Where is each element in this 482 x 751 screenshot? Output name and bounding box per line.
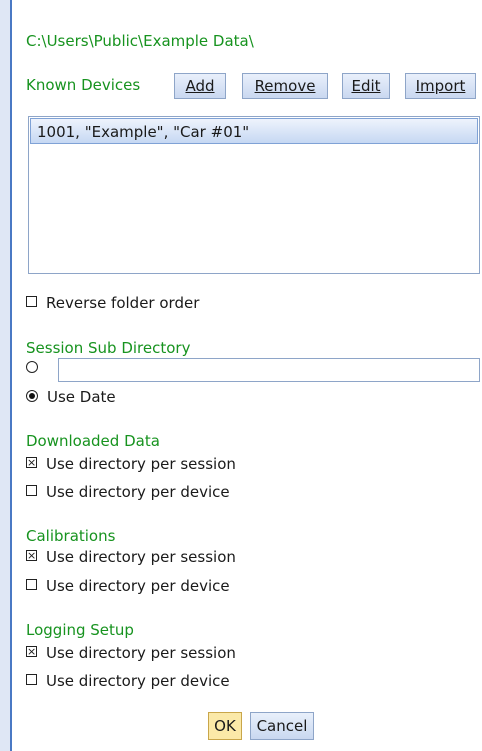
remove-button[interactable]: Remove (242, 73, 328, 99)
logging-per-device-checkbox[interactable]: Use directory per device (26, 671, 230, 691)
checkbox-unchecked-icon (26, 579, 37, 590)
downloaded-per-session-label: Use directory per session (46, 455, 236, 473)
calibrations-per-device-label: Use directory per device (46, 577, 230, 595)
calibrations-heading: Calibrations (26, 527, 116, 545)
downloaded-per-device-checkbox[interactable]: Use directory per device (26, 482, 230, 502)
reverse-folder-order-checkbox[interactable]: Reverse folder order (26, 293, 199, 313)
checkbox-checked-icon: × (26, 456, 37, 469)
radio-selected-icon (26, 389, 38, 402)
remove-button-label: Remove (254, 77, 316, 95)
use-date-radio[interactable]: Use Date (26, 387, 116, 407)
cancel-button[interactable]: Cancel (250, 712, 314, 740)
downloaded-data-heading: Downloaded Data (26, 432, 160, 450)
session-sub-directory-heading: Session Sub Directory (26, 339, 191, 357)
edit-button[interactable]: Edit (342, 73, 390, 99)
folder-path: C:\Users\Public\Example Data\ (26, 32, 254, 50)
add-button[interactable]: Add (174, 73, 226, 99)
calibrations-per-session-checkbox[interactable]: × Use directory per session (26, 547, 236, 567)
logging-setup-heading: Logging Setup (26, 621, 134, 639)
radio-unselected-icon (26, 360, 38, 373)
session-sub-directory-input[interactable] (58, 358, 480, 382)
add-button-label: Add (185, 77, 215, 95)
calibrations-per-session-label: Use directory per session (46, 548, 236, 566)
import-button-label: Import (415, 77, 466, 95)
checkbox-checked-icon: × (26, 645, 37, 658)
list-item[interactable]: 1001, "Example", "Car #01" (30, 118, 478, 144)
logging-per-session-checkbox[interactable]: × Use directory per session (26, 643, 236, 663)
logging-per-session-label: Use directory per session (46, 644, 236, 662)
downloaded-per-session-checkbox[interactable]: × Use directory per session (26, 454, 236, 474)
known-devices-label: Known Devices (26, 76, 141, 94)
checkbox-unchecked-icon (26, 485, 37, 496)
reverse-folder-order-label: Reverse folder order (46, 294, 200, 312)
checkbox-unchecked-icon (26, 674, 37, 685)
dialog-background: C:\Users\Public\Example Data\ Known Devi… (0, 0, 482, 751)
ok-button[interactable]: OK (208, 712, 242, 740)
edit-button-label: Edit (351, 77, 381, 95)
calibrations-per-device-checkbox[interactable]: Use directory per device (26, 576, 230, 596)
downloaded-per-device-label: Use directory per device (46, 483, 230, 501)
settings-panel: C:\Users\Public\Example Data\ Known Devi… (10, 0, 482, 751)
checkbox-checked-icon: × (26, 549, 37, 562)
custom-directory-radio[interactable] (26, 358, 47, 378)
use-date-label: Use Date (47, 388, 116, 406)
checkbox-unchecked-icon (26, 296, 37, 307)
import-button[interactable]: Import (405, 73, 476, 99)
logging-per-device-label: Use directory per device (46, 672, 230, 690)
known-devices-list[interactable]: 1001, "Example", "Car #01" (28, 116, 480, 274)
